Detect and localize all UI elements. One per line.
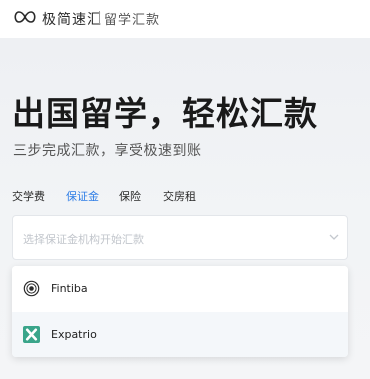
institution-dropdown: Fintiba Expatrio — [12, 266, 348, 357]
dropdown-option-fintiba[interactable]: Fintiba — [12, 266, 348, 311]
dropdown-option-expatrio[interactable]: Expatrio — [12, 312, 348, 357]
fintiba-logo-icon — [23, 280, 40, 297]
tab-tuition[interactable]: 交学费 — [12, 188, 45, 204]
tab-rent[interactable]: 交房租 — [163, 188, 196, 204]
brand-name[interactable]: 极简速汇 — [42, 9, 102, 29]
page-title: 出国留学，轻松汇款 — [12, 94, 318, 133]
dropdown-option-label: Fintiba — [51, 282, 88, 295]
expatrio-logo-icon — [23, 326, 40, 343]
tab-insurance[interactable]: 保险 — [119, 188, 141, 204]
tab-deposit[interactable]: 保证金 — [66, 188, 99, 204]
page-subtitle: 三步完成汇款，享受极速到账 — [13, 143, 202, 159]
institution-select[interactable]: 选择保证金机构开始汇款 — [12, 215, 348, 260]
institution-select-placeholder: 选择保证金机构开始汇款 — [23, 233, 144, 246]
header-divider — [99, 11, 100, 24]
top-header: 极简速汇 留学汇款 — [0, 0, 370, 38]
infinity-icon[interactable] — [12, 10, 38, 24]
chevron-down-icon[interactable] — [329, 233, 339, 241]
product-name: 留学汇款 — [104, 13, 161, 28]
dropdown-option-label: Expatrio — [51, 328, 97, 341]
